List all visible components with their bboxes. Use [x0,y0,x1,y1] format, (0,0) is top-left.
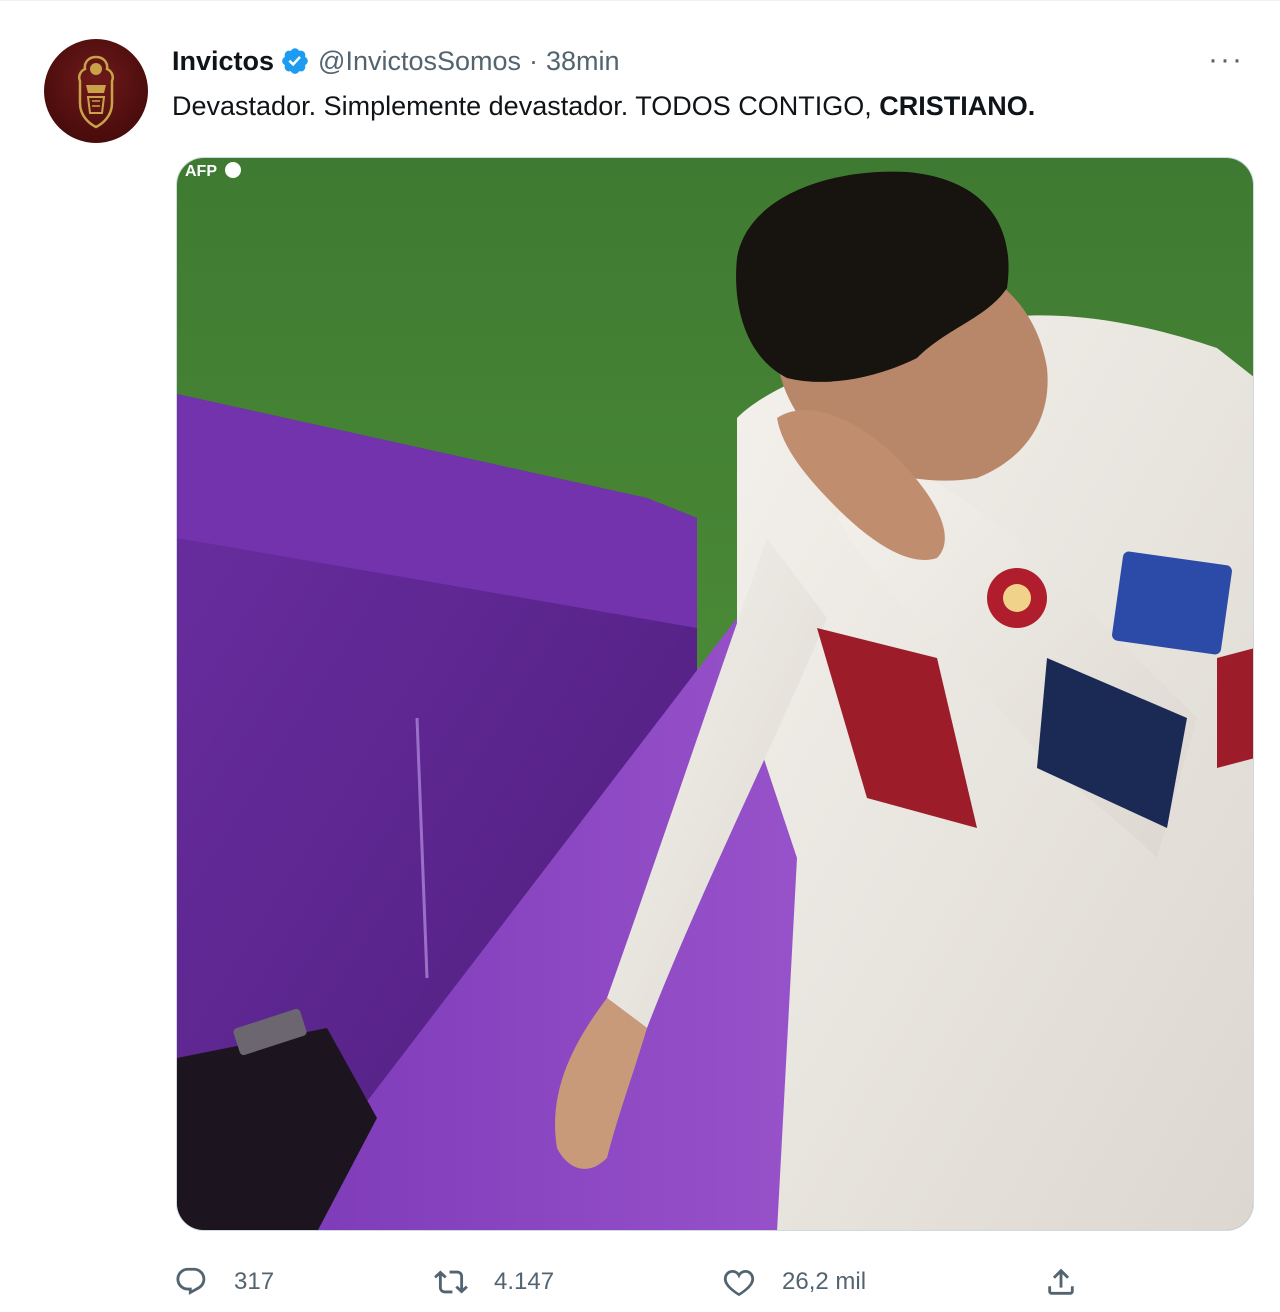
reply-count: 317 [234,1268,275,1295]
verified-badge-icon [282,48,308,74]
author-avatar[interactable] [44,39,148,143]
tweet-timestamp[interactable]: 38min [546,46,620,77]
share-button[interactable] [1044,1259,1078,1305]
retweet-count: 4.147 [494,1268,555,1295]
heart-icon [723,1269,755,1297]
media-watermark: AFP [185,163,217,180]
like-button[interactable]: 26,2 mil [722,1259,866,1305]
more-icon[interactable]: ··· [1206,43,1246,76]
header-separator: · [529,45,539,76]
like-count: 26,2 mil [782,1268,867,1295]
tweet-media-photo[interactable]: AFP [176,157,1254,1231]
tweet-actions: 317 4.147 26,2 mil [172,1259,1262,1305]
author-handle[interactable]: @InvictosSomos [318,46,521,77]
tweet-header: Invictos @InvictosSomos · 38min [172,41,620,81]
photo-player-crying: AFP [177,158,1253,1230]
avatar-logo-icon [77,55,115,129]
author-name[interactable]: Invictos [172,46,274,77]
retweet-icon [434,1270,468,1294]
share-icon [1048,1268,1074,1295]
tweet-text-bold: CRISTIANO. [879,91,1036,121]
retweet-button[interactable]: 4.147 [434,1259,554,1305]
tweet-text: Devastador. Simplemente devastador. TODO… [172,87,1232,125]
tweet-card[interactable]: Invictos @InvictosSomos · 38min ··· Deva… [0,0,1280,1312]
reply-button[interactable]: 317 [174,1259,274,1305]
reply-icon [176,1267,206,1295]
tweet-text-plain: Devastador. Simplemente devastador. TODO… [172,91,880,121]
